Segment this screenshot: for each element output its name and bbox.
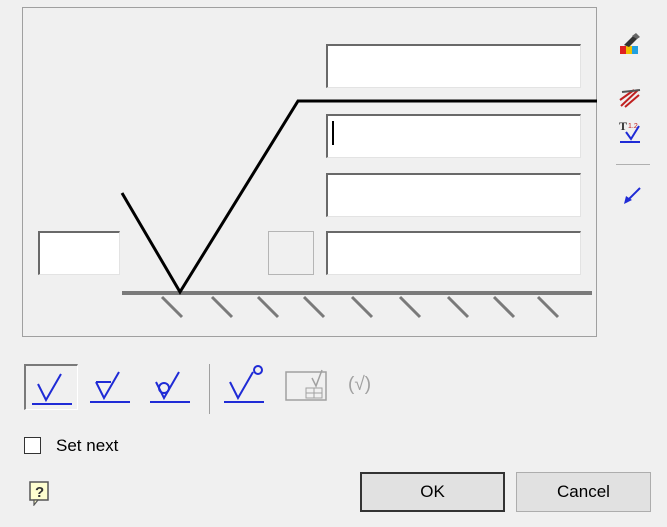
field-roughness-max[interactable] [326,114,581,158]
general-symbol-button[interactable] [282,364,336,410]
toolbar-separator [209,364,210,414]
material-removal-symbol-button[interactable] [84,364,138,410]
all-around-symbol-button[interactable] [220,364,274,410]
set-next-label: Set next [56,436,119,455]
field-sampling-length[interactable] [326,231,581,275]
field-roughness-min[interactable] [326,173,581,217]
multi-leader-icon[interactable] [618,86,642,110]
text-symbol-icon[interactable]: T 1.2 [618,118,642,143]
basic-surface-symbol-button[interactable] [24,364,78,410]
sampling-length-input[interactable] [328,233,580,274]
bracketed-symbol-label: (√) [348,374,372,395]
set-next-checkbox[interactable] [24,437,41,454]
text-caret [332,121,334,145]
field-machining-allowance[interactable] [38,231,120,275]
leader-arrow-icon[interactable] [620,182,644,206]
side-icon-separator [616,164,650,165]
paintbrush-icon[interactable] [618,32,642,56]
ok-button[interactable]: OK [360,472,505,512]
svg-text:T: T [619,119,627,133]
help-icon[interactable]: ? [28,480,52,507]
roughness-max-input[interactable] [328,116,580,157]
cancel-button[interactable]: Cancel [516,472,651,512]
production-method-input[interactable] [328,46,580,87]
roughness-min-input[interactable] [328,175,580,216]
lay-direction-box [268,231,314,275]
field-production-method[interactable] [326,44,581,88]
bracketed-symbol-button[interactable]: (√) [342,364,396,410]
machining-allowance-input[interactable] [40,233,119,274]
svg-text:?: ? [35,484,44,501]
no-removal-symbol-button[interactable] [144,364,198,410]
